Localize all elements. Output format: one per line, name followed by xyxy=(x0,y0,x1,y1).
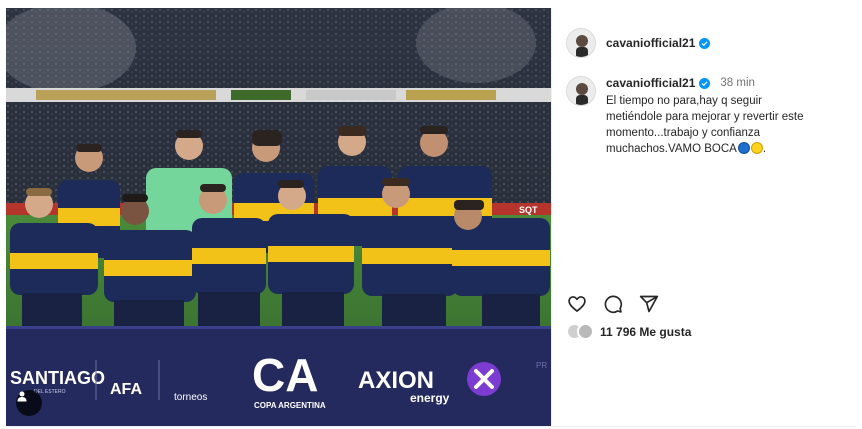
verified-icon xyxy=(699,77,711,89)
sponsor-santiago: SANTIAGO xyxy=(10,368,105,388)
liker-avatar xyxy=(577,323,594,340)
caption-comment: cavaniofficial21 38 min El tiempo no par… xyxy=(566,76,842,157)
avatar[interactable] xyxy=(566,28,596,58)
sponsor-energy: energy xyxy=(410,391,450,405)
post-modal: SQT SANTIAGO DEL ESTERO AFA torneos CA C… xyxy=(0,0,862,429)
likes-row[interactable]: 11 796 Me gusta xyxy=(566,323,691,340)
sponsor-copa: COPA ARGENTINA xyxy=(254,401,326,410)
sponsor-ca: CA xyxy=(252,349,318,401)
sponsor-afa: AFA xyxy=(110,381,142,398)
wall-ad-text: SQT xyxy=(519,205,538,215)
caption-text: El tiempo no para,hay q seguir metiéndol… xyxy=(606,95,804,155)
heart-icon[interactable] xyxy=(566,293,588,315)
sponsor-pr: PR xyxy=(536,361,547,370)
post-caption: El tiempo no para,hay q seguir metiéndol… xyxy=(606,95,804,155)
post-time[interactable]: 38 min xyxy=(720,77,755,89)
header-username[interactable]: cavaniofficial21 xyxy=(606,36,695,50)
post-photo[interactable]: SQT SANTIAGO DEL ESTERO AFA torneos CA C… xyxy=(6,8,551,426)
yellow-circle-emoji xyxy=(750,142,763,154)
comment-username[interactable]: cavaniofficial21 xyxy=(606,76,695,90)
sponsor-axion: AXION xyxy=(358,367,434,394)
comment-icon[interactable] xyxy=(602,293,624,315)
share-icon[interactable] xyxy=(638,293,660,315)
bottom-divider xyxy=(6,426,856,427)
user-tag-icon[interactable] xyxy=(16,390,42,416)
team-photo-illustration: SQT SANTIAGO DEL ESTERO AFA torneos CA C… xyxy=(6,8,551,426)
verified-icon xyxy=(699,37,711,49)
comment-avatar[interactable] xyxy=(566,76,596,106)
likes-count[interactable]: 11 796 Me gusta xyxy=(600,325,691,339)
post-header: cavaniofficial21 xyxy=(566,28,711,58)
sponsor-torneos: torneos xyxy=(174,392,207,403)
post-side-panel: cavaniofficial21 cavaniofficial21 38 min… xyxy=(552,8,856,426)
post-actions xyxy=(566,293,674,315)
blue-circle-emoji xyxy=(737,142,750,154)
